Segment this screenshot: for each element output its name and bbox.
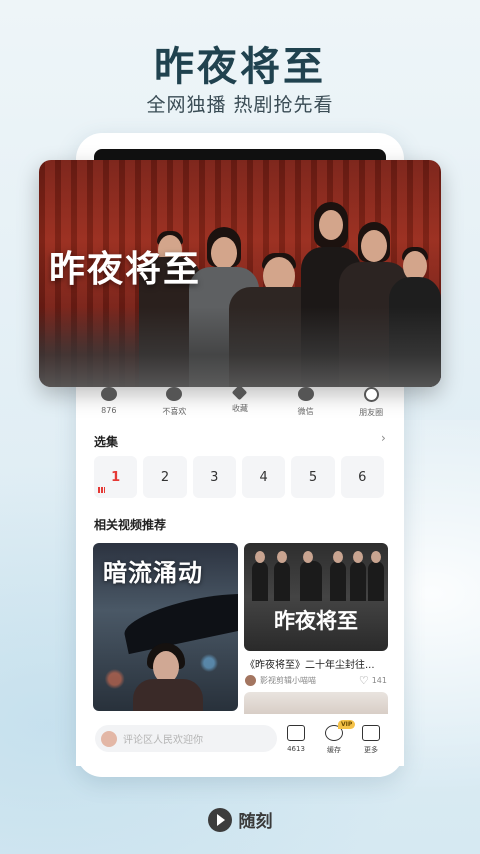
user-avatar (101, 730, 117, 747)
author-name[interactable]: 影视剪辑小喵喵 (260, 675, 316, 686)
episode-number: 5 (308, 469, 318, 485)
card-right-caption[interactable]: 《昨夜将至》二十年尘封往... (245, 656, 387, 671)
share-moments-button[interactable]: 朋友圈 (338, 385, 404, 425)
more-button[interactable]: 更多 (356, 725, 386, 755)
cast-figure (300, 551, 322, 601)
episode-number: 4 (259, 469, 268, 485)
episodes-header: 选集 (94, 435, 119, 449)
play-logo-icon (207, 807, 232, 832)
favorite-label: 收藏 (231, 404, 248, 413)
episode-item[interactable]: 2 (143, 456, 187, 498)
episode-item[interactable]: 6 (340, 456, 384, 498)
moments-icon (363, 387, 379, 402)
comment-count: 4613 (287, 745, 305, 753)
cast-figure (252, 551, 268, 601)
playing-indicator-icon (98, 487, 105, 493)
recommend-card-left[interactable]: 暗流涌动 (93, 543, 238, 711)
episode-number: 6 (358, 469, 367, 485)
cast-figure (368, 551, 384, 601)
card-right-meta: 影视剪辑小喵喵 ♡ 141 (245, 673, 387, 687)
heart-icon: ♡ (358, 673, 369, 687)
wechat-label: 微信 (297, 407, 314, 416)
episode-item[interactable]: 3 (192, 456, 236, 498)
dislike-icon (166, 387, 183, 401)
like-icon (100, 387, 117, 401)
hero-title: 昨夜将至 (49, 248, 202, 290)
dislike-label: 不喜欢 (162, 407, 187, 416)
wechat-icon (297, 387, 314, 401)
like-button[interactable]: 876 (76, 385, 142, 425)
likes-count: 141 (371, 675, 387, 685)
brand-footer: 随刻 (0, 807, 480, 832)
share-wechat-button[interactable]: 微信 (273, 385, 339, 425)
episode-item[interactable]: 4 (241, 456, 286, 498)
more-label: 更多 (364, 746, 378, 754)
action-row: 876 不喜欢 收藏 微信 朋友圈 (76, 384, 404, 425)
card-left-title: 暗流涌动 (103, 558, 203, 587)
episode-item[interactable]: 5 (291, 456, 335, 498)
brand-name: 随刻 (238, 812, 273, 832)
episode-number: 2 (160, 469, 170, 485)
episode-item[interactable]: 1 (94, 456, 138, 498)
hero-floor-shadow (39, 307, 441, 387)
dislike-button[interactable]: 不喜欢 (142, 385, 208, 425)
episode-number: 1 (111, 469, 121, 485)
promo-title: 昨夜将至 (154, 44, 326, 90)
card-right-title: 昨夜将至 (274, 608, 358, 633)
hero-poster[interactable]: 昨夜将至 (39, 160, 441, 387)
cache-label: 缓存 (327, 746, 341, 754)
author-avatar[interactable] (245, 674, 256, 686)
chevron-right-icon[interactable]: › (381, 431, 386, 445)
comment-input[interactable]: 评论区人民欢迎你 (95, 725, 277, 752)
cast-figure (330, 551, 346, 601)
recommend-header: 相关视频推荐 (94, 518, 167, 532)
cache-button[interactable]: 缓存 (319, 725, 349, 755)
episode-number: 3 (210, 469, 219, 485)
recommend-card-right-thumbnail[interactable]: 昨夜将至 (244, 543, 388, 651)
episode-list: 1 2 3 4 5 6 (94, 456, 384, 498)
promo-subtitle: 全网独播 热剧抢先看 (146, 94, 334, 116)
share-icon (362, 725, 380, 741)
star-icon (232, 384, 248, 401)
likes-counter[interactable]: ♡ 141 (359, 674, 387, 687)
cast-figure (350, 551, 366, 601)
comment-icon (287, 725, 305, 741)
figure-body (133, 679, 203, 711)
like-count: 876 (101, 406, 117, 415)
favorite-button[interactable]: 收藏 (207, 384, 273, 425)
recommend-card-next[interactable] (244, 692, 388, 714)
vip-badge: VIP (338, 720, 356, 729)
comments-button[interactable]: 4613 (281, 725, 311, 753)
comment-placeholder: 评论区人民欢迎你 (123, 735, 203, 746)
cast-figure (274, 551, 290, 601)
moments-label: 朋友圈 (359, 408, 384, 417)
